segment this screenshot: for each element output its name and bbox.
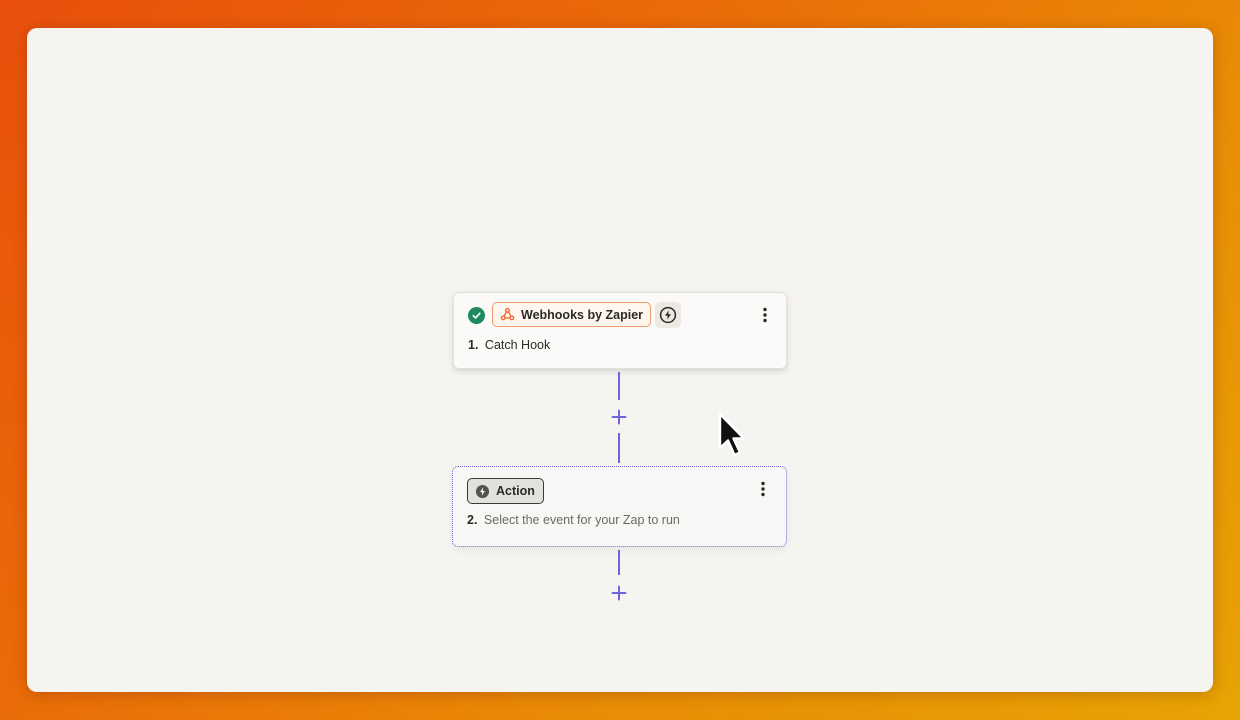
connector-line: [618, 550, 620, 575]
action-badge[interactable]: Action: [467, 478, 544, 504]
step-number: 2.: [467, 513, 478, 527]
trigger-step-title: 1. Catch Hook: [468, 338, 550, 352]
app-pill-webhooks[interactable]: Webhooks by Zapier: [492, 302, 652, 327]
bolt-icon[interactable]: [655, 302, 681, 328]
zap-editor-canvas: Webhooks by Zapier 1. Catch Hook Action …: [27, 28, 1213, 692]
connector-line: [618, 372, 620, 400]
app-name-label: Webhooks by Zapier: [521, 307, 644, 322]
plus-icon[interactable]: [609, 407, 629, 427]
webhook-icon: [500, 307, 515, 322]
kebab-menu-icon[interactable]: [755, 305, 775, 325]
step-hint: Select the event for your Zap to run: [483, 513, 680, 527]
action-step-card[interactable]: Action 2. Select the event for your Zap …: [452, 466, 787, 547]
trigger-step-card[interactable]: Webhooks by Zapier 1. Catch Hook: [453, 292, 787, 369]
plus-icon[interactable]: [609, 583, 629, 603]
kebab-menu-icon[interactable]: [753, 479, 773, 499]
mouse-pointer-icon: [717, 411, 753, 463]
action-step-title: 2. Select the event for your Zap to run: [467, 513, 680, 527]
check-circle-icon: [468, 307, 485, 324]
step-title: Catch Hook: [484, 338, 551, 352]
step-number: 1.: [468, 338, 479, 352]
action-badge-label: Action: [496, 484, 535, 498]
connector-line: [618, 433, 620, 463]
action-bolt-icon: [475, 484, 490, 499]
